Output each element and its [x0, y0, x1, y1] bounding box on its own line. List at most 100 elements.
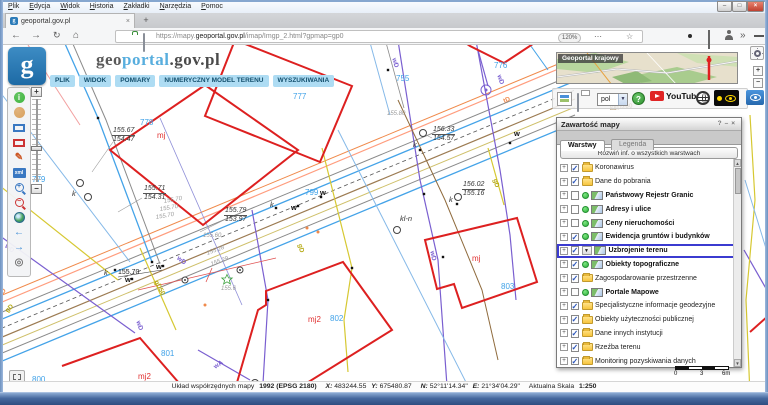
panel-close-button[interactable]: × [731, 120, 738, 127]
zoom-slider-track[interactable] [36, 99, 38, 182]
sidebar-icon[interactable] [708, 31, 710, 49]
layer-checkbox[interactable] [571, 191, 580, 200]
layer-checkbox[interactable]: ✓ [571, 246, 580, 255]
layer-checkbox[interactable]: ✓ [571, 233, 580, 242]
expand-icon[interactable]: + [560, 191, 568, 199]
layer-row-koronawirus[interactable]: +✓Koronawirus [557, 161, 741, 175]
youtube-button[interactable]: YouTube [650, 91, 701, 101]
layer-row-dane-do-pobrania[interactable]: +✓Dane do pobrania [557, 175, 741, 189]
select-area-blue-button[interactable] [9, 120, 29, 135]
info-button[interactable]: i [9, 90, 29, 105]
expand-icon[interactable]: + [560, 288, 568, 296]
zoom-slider-plus-button[interactable]: + [31, 87, 42, 97]
layer-row-obiekty-u-yteczno-ci-publicznej[interactable]: +✓Obiekty użyteczności publicznej [557, 313, 741, 327]
next-view-button[interactable]: → [9, 240, 29, 255]
expand-icon[interactable]: + [560, 164, 568, 172]
expand-icon[interactable]: + [560, 316, 568, 324]
gp-menu-pomiary[interactable]: POMIARY [115, 75, 155, 87]
mini-zoom-out-button[interactable]: − [753, 78, 763, 88]
menu-plik[interactable]: Plik [8, 3, 19, 10]
zoom-in-box-button[interactable]: + [9, 180, 29, 195]
layer-checkbox[interactable] [571, 219, 580, 228]
layer-row-obiekty-topograficzne[interactable]: +✓Obiekty topograficzne [557, 258, 741, 272]
layer-checkbox[interactable]: ✓ [571, 357, 580, 366]
menu-narz-dzia[interactable]: Narzędzia [160, 3, 192, 10]
expand-icon[interactable]: + [560, 233, 568, 241]
full-extent-globe-button[interactable] [9, 210, 29, 225]
layer-checkbox[interactable] [571, 205, 580, 214]
menu-edycja[interactable]: Edycja [29, 3, 50, 10]
menu-pomoc[interactable]: Pomoc [201, 3, 223, 10]
layer-row-dane-innych-instytucji[interactable]: +✓Dane innych instytucji [557, 327, 741, 341]
layer-checkbox[interactable]: ✓ [571, 343, 580, 352]
panel-header[interactable]: Zawartość mapy ?–× [557, 118, 741, 131]
layer-checkbox[interactable]: ✓ [571, 302, 580, 311]
forward-button[interactable]: → [31, 30, 41, 41]
high-contrast-button[interactable] [714, 90, 739, 106]
panel-scrollbar[interactable]: ▲ ▼ [733, 159, 741, 367]
url-bar[interactable]: https://mapy.geoportal.gov.pl/imap/Imgp_… [115, 30, 643, 43]
accessibility-eye-button[interactable] [746, 90, 764, 105]
legend-button[interactable] [557, 92, 572, 106]
default-extent-button[interactable]: ◎ [9, 255, 29, 270]
layer-checkbox[interactable]: ✓ [571, 315, 580, 324]
panel-help-button[interactable]: ? [718, 120, 725, 127]
settings-button[interactable] [750, 46, 764, 60]
menu-zak-adki[interactable]: Zakładki [124, 3, 150, 10]
layer-row-zagospodarowanie-przestrzenne[interactable]: +✓Zagospodarowanie przestrzenne [557, 271, 741, 285]
layer-checkbox[interactable]: ✓ [571, 177, 580, 186]
globe-icon[interactable] [696, 91, 710, 105]
layer-row-adresy-i-ulice[interactable]: +Adresy i ulice [557, 202, 741, 216]
zoom-slider-minus-button[interactable]: − [31, 184, 42, 194]
scroll-down-icon[interactable]: ▼ [734, 359, 741, 367]
new-tab-button[interactable]: + [139, 15, 153, 27]
menu-historia[interactable]: Historia [90, 3, 114, 10]
xml-export-button[interactable]: xml [9, 165, 29, 180]
expand-icon[interactable]: + [560, 178, 568, 186]
minimize-button[interactable]: – [717, 1, 732, 12]
page-zoom-indicator[interactable]: 120% [558, 33, 581, 43]
zoom-out-box-button[interactable]: − [9, 195, 29, 210]
expand-icon[interactable]: + [560, 329, 568, 337]
layer-row-uzbrojenie-terenu[interactable]: +✓▼Uzbrojenie terenu [557, 244, 741, 258]
previous-view-button[interactable]: ← [9, 225, 29, 240]
expand-icon[interactable]: + [560, 247, 568, 255]
language-dropdown[interactable]: pol ▼ [597, 93, 628, 106]
home-button[interactable]: ⌂ [73, 30, 79, 41]
gp-menu-wyszukiwania[interactable]: WYSZUKIWANIA [273, 75, 335, 87]
layer-row-ewidencja-grunt-w-i-budynk-w[interactable]: +✓Ewidencja gruntów i budynków [557, 230, 741, 244]
close-button[interactable]: × [747, 1, 764, 12]
permissions-icon[interactable] [143, 34, 145, 52]
layer-row-pa-stwowy-rejestr-granic[interactable]: +Państwowy Rejestr Granic [557, 189, 741, 203]
select-area-red-button[interactable] [9, 135, 29, 150]
layer-checkbox[interactable] [571, 288, 580, 297]
help-button[interactable]: ? [632, 92, 645, 105]
tab-warstwy[interactable]: Warstwy [560, 140, 605, 151]
gp-menu-numeryczny-model-terenu[interactable]: NUMERYCZNY MODEL TERENU [159, 75, 268, 87]
draw-sketch-button[interactable]: ✎ [9, 150, 29, 165]
bookmark-star-icon[interactable]: ☆ [626, 32, 633, 41]
overflow-chevron-icon[interactable]: » [740, 30, 746, 41]
maximize-button[interactable]: □ [732, 1, 747, 12]
layer-checkbox[interactable]: ✓ [571, 260, 580, 269]
scroll-up-icon[interactable]: ▲ [734, 159, 741, 167]
tab-close-icon[interactable]: × [126, 18, 130, 25]
reload-button[interactable]: ↻ [53, 30, 61, 41]
zoom-slider-handle[interactable] [31, 146, 42, 151]
browser-tab[interactable]: g geoportal.gov.pl × [5, 13, 135, 28]
gp-menu-widok[interactable]: WIDOK [79, 75, 111, 87]
layer-row-rze-ba-terenu[interactable]: +✓Rzeźba terenu [557, 340, 741, 354]
dropdown-icon[interactable]: ▼ [582, 246, 592, 255]
expand-icon[interactable]: + [560, 343, 568, 351]
geoportal-logo[interactable]: g [8, 47, 46, 85]
mini-zoom-in-button[interactable]: + [753, 66, 763, 76]
menu-widok[interactable]: Widok [60, 3, 79, 10]
layer-row-portale-mapowe[interactable]: +Portale Mapowe [557, 285, 741, 299]
expand-icon[interactable]: + [560, 205, 568, 213]
print-button[interactable] [577, 94, 579, 112]
layer-row-specjalistyczne-informacje-geodezyjne[interactable]: +✓Specjalistyczne informacje geodezyjne [557, 299, 741, 313]
identify-button[interactable] [9, 105, 29, 120]
gp-menu-plik[interactable]: PLIK [50, 75, 75, 87]
expand-icon[interactable]: + [560, 274, 568, 282]
expand-icon[interactable]: + [560, 260, 568, 268]
